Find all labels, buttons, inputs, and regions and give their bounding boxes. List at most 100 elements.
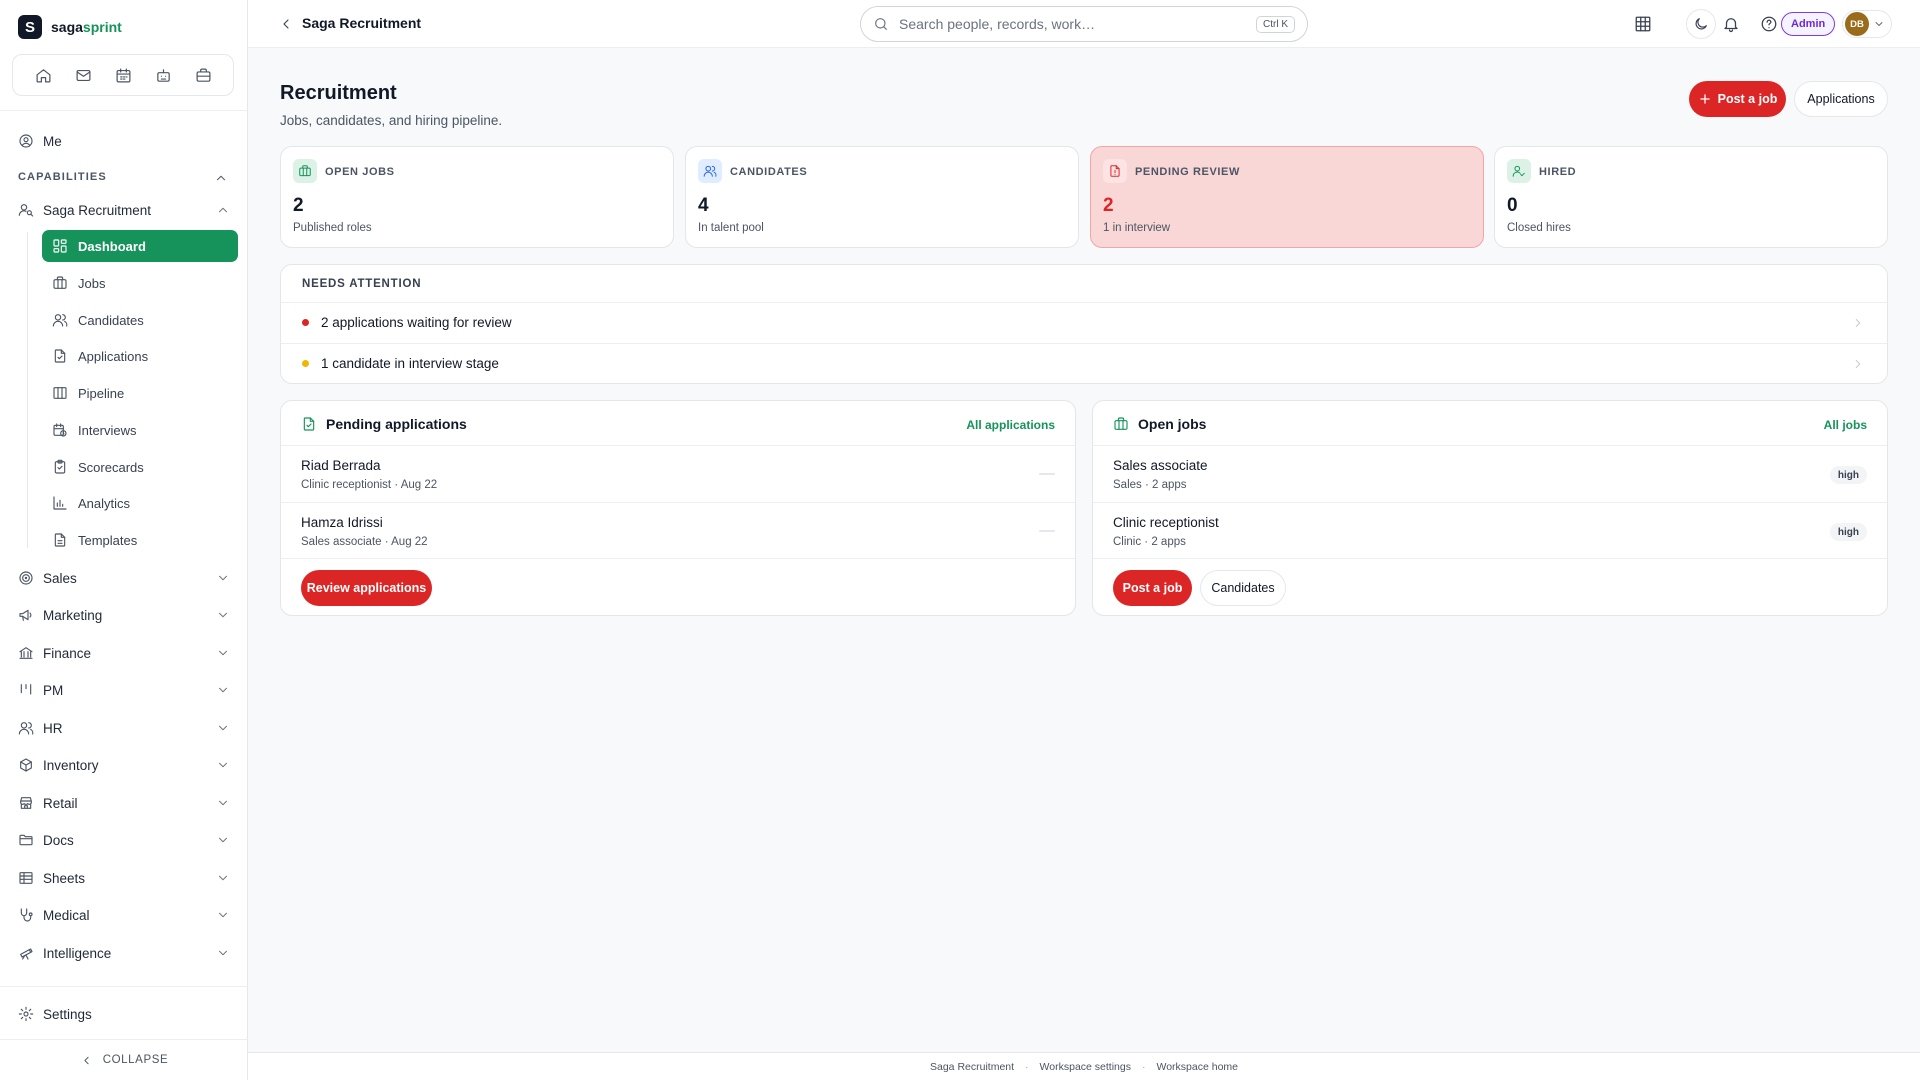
footer-link-saga-recruitment[interactable]: Saga Recruitment <box>930 1061 1014 1073</box>
robot-icon[interactable] <box>155 67 172 84</box>
chevron-right-icon <box>1855 359 1861 368</box>
sidebar-item-scorecards[interactable]: Scorecards <box>42 451 238 483</box>
role-badge[interactable]: Admin <box>1781 12 1836 36</box>
topbar-title: Saga Recruitment <box>302 15 422 31</box>
review-applications-button[interactable]: Review applications <box>301 570 432 606</box>
sidebar-item-interviews[interactable]: Interviews <box>42 414 238 446</box>
needs-attention-title: NEEDS ATTENTION <box>302 278 422 290</box>
footer-link-workspace-home[interactable]: Workspace home <box>1156 1061 1238 1073</box>
collapse-label: COLLAPSE <box>102 1054 169 1066</box>
sidebar-group-intelligence[interactable]: Intelligence <box>18 939 230 967</box>
capabilities-section-label: CAPABILITIES <box>18 171 107 183</box>
sidebar-group-pm[interactable]: PM <box>18 676 230 704</box>
open-jobs-panel: Open jobs All jobs Sales associate Sales… <box>1092 400 1888 616</box>
sidebar-item-settings[interactable]: Settings <box>18 1000 230 1028</box>
table-row[interactable]: Riad Berrada Clinic receptionist · Aug 2… <box>281 445 1075 502</box>
button-label: Review applications <box>306 581 427 595</box>
sidebar-group-docs[interactable]: Docs <box>18 826 230 854</box>
priority-badge: high <box>1829 466 1867 484</box>
post-job-button-secondary[interactable]: Post a job <box>1113 570 1192 606</box>
stat-card-open-jobs[interactable]: OPEN JOBS 2 Published roles <box>280 146 674 248</box>
global-search[interactable]: Ctrl K <box>860 6 1308 42</box>
sidebar-group-sheets[interactable]: Sheets <box>18 864 230 892</box>
dashboard-icon <box>53 239 67 253</box>
bank-icon <box>19 647 33 659</box>
attention-item-applications[interactable]: 2 applications waiting for review <box>281 302 1887 342</box>
megaphone-icon <box>19 609 32 621</box>
status-dot <box>302 319 309 326</box>
sidebar-group-inventory[interactable]: Inventory <box>18 751 230 779</box>
sidebar-group-sales[interactable]: Sales <box>18 564 230 592</box>
sidebar-group-finance[interactable]: Finance <box>18 639 230 667</box>
sidebar-item-templates[interactable]: Templates <box>42 524 238 556</box>
sidebar-item-analytics[interactable]: Analytics <box>42 487 238 519</box>
sidebar-group-marketing[interactable]: Marketing <box>18 601 230 629</box>
table-row[interactable]: Hamza Idrissi Sales associate · Aug 22 <box>281 502 1075 559</box>
sidebar-item-dashboard[interactable]: Dashboard <box>42 230 238 262</box>
briefcase-icon[interactable] <box>195 67 212 84</box>
chevron-right-icon <box>1855 318 1861 327</box>
all-applications-link[interactable]: All applications <box>966 418 1055 432</box>
home-icon[interactable] <box>35 67 52 84</box>
sidebar-item-pipeline[interactable]: Pipeline <box>42 377 238 409</box>
sidebar-item-label: Sheets <box>43 870 86 886</box>
brand-name-accent: sprint <box>82 19 122 35</box>
sidebar-item-jobs[interactable]: Jobs <box>42 267 238 299</box>
chevron-up-icon[interactable] <box>214 171 228 185</box>
stat-card-candidates[interactable]: CANDIDATES 4 In talent pool <box>685 146 1079 248</box>
sidebar-item-label: Intelligence <box>43 945 112 961</box>
sidebar-item-label: Applications <box>78 348 149 364</box>
candidates-button[interactable]: Candidates <box>1200 570 1286 606</box>
sidebar-item-candidates[interactable]: Candidates <box>42 304 238 336</box>
stat-note: In talent pool <box>698 222 764 234</box>
attention-item-interview[interactable]: 1 candidate in interview stage <box>281 343 1887 383</box>
sidebar-item-me[interactable]: Me <box>18 127 230 155</box>
footer-link-workspace-settings[interactable]: Workspace settings <box>1040 1061 1131 1073</box>
sidebar-group-hr[interactable]: HR <box>18 714 230 742</box>
sidebar-group-saga-recruitment[interactable]: Saga Recruitment <box>18 196 230 224</box>
user-menu[interactable]: DB <box>1842 10 1892 38</box>
mail-icon[interactable] <box>75 67 92 84</box>
page-title: Recruitment <box>280 82 397 104</box>
help-icon[interactable] <box>1760 15 1778 33</box>
brand[interactable]: S sagasprint <box>18 15 122 39</box>
search-icon <box>875 18 887 30</box>
stat-label: CANDIDATES <box>730 166 808 178</box>
chevron-left-icon <box>84 1056 89 1064</box>
columns-icon <box>53 387 67 399</box>
panel-header: Open jobs <box>1113 416 1206 432</box>
sidebar-item-label: Retail <box>43 795 78 811</box>
sidebar-divider <box>0 1039 248 1040</box>
sidebar-group-medical[interactable]: Medical <box>18 901 230 929</box>
stat-card-pending-review[interactable]: PENDING REVIEW 2 1 in interview <box>1090 146 1484 248</box>
panel-header: Pending applications <box>301 416 467 432</box>
table-row[interactable]: Sales associate Sales · 2 apps high <box>1093 445 1887 502</box>
sidebar-item-applications[interactable]: Applications <box>42 340 238 372</box>
sidebar-group-retail[interactable]: Retail <box>18 789 230 817</box>
people-icon <box>18 722 34 735</box>
box-icon <box>20 758 32 772</box>
sidebar-item-label: Candidates <box>78 312 144 328</box>
collapse-sidebar-button[interactable]: COLLAPSE <box>0 1046 248 1074</box>
footer-separator: · <box>1025 1060 1029 1073</box>
stat-label: PENDING REVIEW <box>1135 166 1240 178</box>
sidebar-item-label: Jobs <box>78 275 106 291</box>
calendar-icon[interactable] <box>115 67 132 84</box>
theme-toggle-button[interactable] <box>1686 9 1716 39</box>
post-job-button[interactable]: Post a job <box>1689 81 1786 117</box>
search-input[interactable] <box>899 16 1246 32</box>
table-row[interactable]: Clinic receptionist Clinic · 2 apps high <box>1093 502 1887 559</box>
user-search-icon <box>18 204 34 217</box>
briefcase-icon <box>299 165 311 177</box>
applications-button[interactable]: Applications <box>1794 81 1888 117</box>
job-details: Clinic · 2 apps <box>1113 536 1186 548</box>
chevron-down-icon <box>219 762 227 768</box>
all-jobs-link[interactable]: All jobs <box>1824 418 1867 432</box>
stat-card-hired[interactable]: HIRED 0 Closed hires <box>1494 146 1888 248</box>
calendar-clock-icon <box>53 423 67 437</box>
back-chevron-icon[interactable] <box>278 16 294 32</box>
bell-icon[interactable] <box>1722 15 1740 33</box>
grid-icon[interactable] <box>1634 15 1652 33</box>
stethoscope-icon <box>20 908 33 922</box>
status-placeholder <box>1039 530 1055 532</box>
